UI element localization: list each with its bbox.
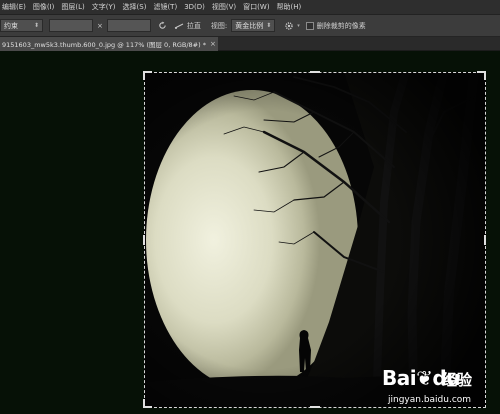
- menu-window[interactable]: 窗口(W): [243, 2, 269, 12]
- view-dropdown-label: 黄金比例: [235, 21, 264, 30]
- menu-type[interactable]: 文字(Y): [92, 2, 116, 12]
- crop-options-bar: 约束 ⬍ × 拉直 视图: 黄金比例 ⬍ ▾ 删除裁剪的像素: [0, 15, 500, 37]
- menu-help[interactable]: 帮助(H): [277, 2, 302, 12]
- straighten-label[interactable]: 拉直: [187, 21, 201, 31]
- baidu-jingyan-watermark: Bai❦du 经验 jingyan.baidu.com: [382, 366, 492, 410]
- menu-layer[interactable]: 图层(L): [61, 2, 84, 12]
- crop-handle-bottom-left-vertical[interactable]: [143, 399, 145, 408]
- updown-arrow-icon: ⬍: [266, 22, 272, 29]
- width-input[interactable]: [49, 19, 93, 32]
- ratio-dropdown[interactable]: 约束 ⬍: [0, 19, 43, 32]
- height-input[interactable]: [106, 19, 151, 32]
- view-label: 视图:: [210, 21, 228, 30]
- menu-view[interactable]: 视图(V): [212, 2, 236, 12]
- straighten-icon[interactable]: [173, 22, 185, 30]
- clear-rotate-icon[interactable]: [157, 21, 169, 30]
- crop-box[interactable]: [144, 72, 486, 408]
- watermark-logo-left: Bai: [382, 366, 417, 390]
- chevron-down-icon[interactable]: ▾: [297, 23, 300, 29]
- document-tab-bar: 9151603_mw5k3.thumb.600_0.jpg @ 117% (图层…: [0, 37, 500, 51]
- gear-icon[interactable]: [283, 21, 295, 31]
- close-icon[interactable]: ×: [210, 40, 216, 48]
- menu-select[interactable]: 选择(S): [123, 2, 147, 12]
- crop-handle-top-left-vertical[interactable]: [143, 71, 145, 80]
- ratio-dropdown-label: 约束: [4, 21, 18, 30]
- menu-bar: 编辑(E) 图像(I) 图层(L) 文字(Y) 选择(S) 滤镜(T) 3D(D…: [0, 0, 500, 15]
- menu-3d[interactable]: 3D(D): [184, 3, 205, 11]
- document-tab-title: 9151603_mw5k3.thumb.600_0.jpg @ 117% (图层…: [2, 41, 206, 49]
- crop-handle-middle-right[interactable]: [484, 235, 486, 245]
- menu-filter[interactable]: 滤镜(T): [153, 2, 177, 12]
- crop-handle-middle-left[interactable]: [143, 235, 145, 245]
- crop-handle-bottom-center[interactable]: [310, 406, 320, 408]
- menu-edit[interactable]: 编辑(E): [2, 2, 26, 12]
- delete-cropped-label: 删除裁剪的像素: [316, 21, 366, 30]
- crop-handle-top-center[interactable]: [310, 71, 320, 73]
- menu-image[interactable]: 图像(I): [33, 2, 55, 12]
- delete-cropped-checkbox[interactable]: [305, 21, 314, 30]
- document-tab[interactable]: 9151603_mw5k3.thumb.600_0.jpg @ 117% (图层…: [0, 37, 218, 51]
- swap-symbol[interactable]: ×: [97, 22, 103, 30]
- watermark-url: jingyan.baidu.com: [388, 395, 472, 405]
- paw-icon: ❦: [416, 366, 433, 390]
- crop-handle-top-right-vertical[interactable]: [484, 71, 486, 80]
- updown-arrow-icon: ⬍: [33, 22, 39, 29]
- view-dropdown[interactable]: 黄金比例 ⬍: [231, 19, 276, 32]
- watermark-suffix: 经验: [442, 371, 473, 389]
